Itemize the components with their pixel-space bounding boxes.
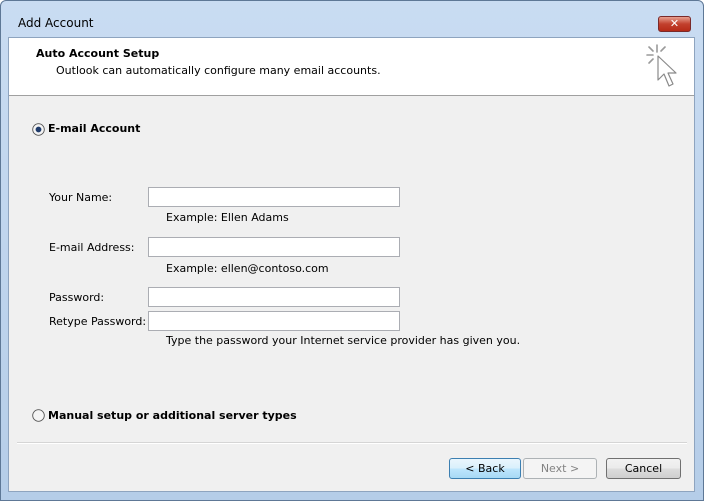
back-button[interactable]: < Back — [449, 458, 521, 479]
header-title: Auto Account Setup — [36, 47, 160, 60]
window-title: Add Account — [18, 16, 94, 30]
magic-wand-cursor-icon — [646, 44, 677, 87]
close-icon: ✕ — [669, 17, 680, 30]
title-bar[interactable]: Add Account ✕ — [1, 1, 703, 37]
password-label: Password: — [49, 291, 105, 304]
add-account-window: Add Account ✕ Auto Account Setup Outlook… — [0, 0, 704, 501]
retype-password-label: Retype Password: — [49, 315, 147, 328]
your-name-input[interactable] — [148, 187, 400, 207]
dialog-body: Auto Account Setup Outlook can automatic… — [8, 37, 695, 492]
your-name-hint: Example: Ellen Adams — [166, 211, 289, 224]
password-hint: Type the password your Internet service … — [166, 334, 521, 347]
next-button[interactable]: Next > — [523, 458, 597, 479]
dialog-header: Auto Account Setup Outlook can automatic… — [9, 38, 694, 96]
footer-divider — [17, 442, 687, 444]
email-address-hint: Example: ellen@contoso.com — [166, 262, 329, 275]
email-account-radio[interactable] — [32, 123, 45, 136]
email-account-label[interactable]: E-mail Account — [48, 122, 140, 135]
close-button[interactable]: ✕ — [658, 16, 691, 32]
your-name-label: Your Name: — [49, 191, 113, 204]
manual-setup-radio[interactable] — [32, 409, 45, 422]
email-address-label: E-mail Address: — [49, 241, 135, 254]
retype-password-input[interactable] — [148, 311, 400, 331]
email-address-input[interactable] — [148, 237, 400, 257]
cancel-button[interactable]: Cancel — [606, 458, 681, 479]
password-input[interactable] — [148, 287, 400, 307]
manual-setup-label[interactable]: Manual setup or additional server types — [48, 409, 297, 422]
header-subtitle: Outlook can automatically configure many… — [56, 64, 381, 77]
